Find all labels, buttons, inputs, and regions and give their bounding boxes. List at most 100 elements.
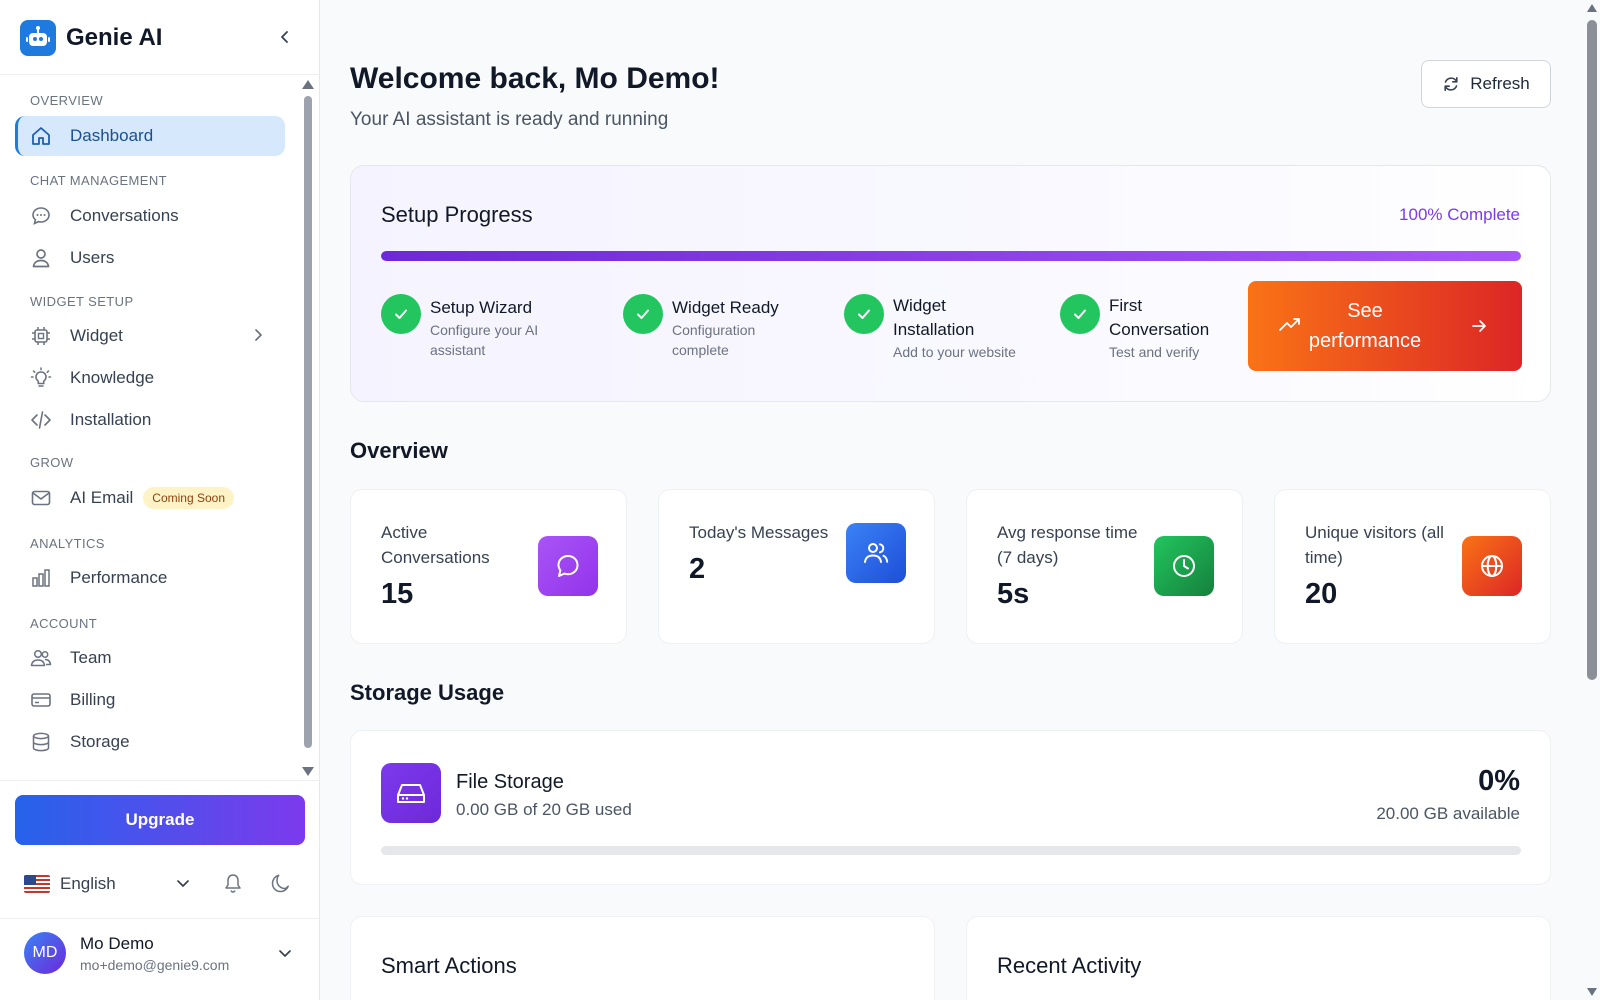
user-menu-chevron-down-icon[interactable] [276,944,294,962]
setup-progress-fill [381,251,1521,261]
recent-activity-panel: Recent Activity [966,916,1551,1000]
step-description: Configure your AI assistant [430,322,539,358]
stat-label: Unique visitors (all time) [1305,523,1444,567]
page-title: Welcome back, Mo Demo! [350,62,720,95]
credit-card-icon [30,689,52,711]
check-circle-icon [844,294,884,334]
robot-icon [20,20,56,56]
check-circle-icon [1060,294,1100,334]
chevron-down-icon [174,874,192,892]
stat-value: 5s [997,578,1030,610]
language-label: English [60,874,116,893]
refresh-icon [1444,77,1458,91]
hard-drive-icon [381,763,441,823]
setup-step[interactable]: First Conversation Test and verify [1060,294,1240,362]
upgrade-button[interactable]: Upgrade [15,795,305,845]
scroll-thumb[interactable] [1587,20,1597,680]
step-description: Configuration complete [672,322,756,358]
sidebar-item-label: Performance [70,568,168,587]
scroll-down-arrow[interactable] [1587,988,1597,996]
stat-card-avg-response-time[interactable]: Avg response time (7 days) 5s [966,489,1243,644]
arrow-right-icon [1470,317,1488,335]
user-email: mo+demo@genie9.com [80,957,230,973]
page-scrollbar[interactable] [1584,0,1600,1000]
section-title-widget: WIDGET SETUP [30,294,134,309]
stat-card-unique-visitors[interactable]: Unique visitors (all time) 20 [1274,489,1551,644]
chip-icon [30,325,52,347]
sidebar-item-users[interactable]: Users [15,238,285,278]
sidebar-item-conversations[interactable]: Conversations [15,196,285,236]
user-name: Mo Demo [80,934,154,953]
collapse-sidebar-button[interactable] [274,26,296,48]
sidebar-item-label: Dashboard [70,126,154,145]
see-performance-button[interactable]: See performance [1248,281,1522,371]
storage-used-text: 0.00 GB of 20 GB used [456,800,632,819]
home-icon [30,125,52,147]
trending-up-icon [1278,315,1302,335]
chevron-left-icon [281,31,288,43]
user-icon [30,247,52,269]
setup-step[interactable]: Widget Installation Add to your website [844,294,1049,362]
us-flag-icon [24,875,50,893]
sidebar-item-billing[interactable]: Billing [15,680,285,720]
mail-icon [30,487,52,509]
storage-available: 20.00 GB available [1376,804,1520,823]
section-title-account: ACCOUNT [30,616,98,631]
overview-heading: Overview [350,438,448,463]
brand[interactable]: Genie AI [20,20,162,56]
sidebar-item-dashboard[interactable]: Dashboard [15,116,285,156]
page-subtitle: Your AI assistant is ready and running [350,109,669,130]
moon-icon[interactable] [270,872,292,894]
stat-value: 15 [381,578,414,610]
step-description: Add to your website [893,344,1016,360]
team-icon [30,647,52,669]
sidebar-item-widget[interactable]: Widget [15,316,285,356]
check-circle-icon [623,294,663,334]
clock-icon [1154,536,1214,596]
storage-progress-bar [381,846,1521,855]
sidebar-item-installation[interactable]: Installation [15,400,285,440]
sidebar-item-knowledge[interactable]: Knowledge [15,358,285,398]
sidebar-item-team[interactable]: Team [15,638,285,678]
step-description: Test and verify [1109,344,1200,360]
sidebar-scrollbar[interactable] [302,78,314,778]
sidebar-item-ai-email[interactable]: AI Email Coming Soon [15,478,285,518]
bar-chart-icon [30,567,52,589]
sidebar-item-label: Storage [70,732,130,751]
section-title-chat: CHAT MANAGEMENT [30,173,167,188]
scroll-down-arrow[interactable] [302,767,314,776]
avatar[interactable]: MD [24,932,66,974]
step-title: First Conversation [1109,296,1210,339]
stat-value: 2 [689,553,706,585]
step-title: Widget Ready [672,298,779,317]
sidebar-item-performance[interactable]: Performance [15,558,285,598]
storage-card-title: File Storage [456,771,564,793]
check-circle-icon [381,294,421,334]
coming-soon-badge: Coming Soon [143,487,235,509]
sidebar-item-label: Billing [70,690,116,709]
scroll-up-arrow[interactable] [302,80,314,89]
refresh-button[interactable]: Refresh [1421,60,1551,108]
stat-value: 20 [1305,578,1338,610]
scroll-up-arrow[interactable] [1587,4,1597,12]
stat-card-todays-messages[interactable]: Today's Messages 2 [658,489,935,644]
stat-label: Avg response time (7 days) [997,523,1138,567]
section-title-grow: GROW [30,455,74,470]
sidebar-item-storage[interactable]: Storage [15,722,285,762]
setup-step[interactable]: Widget Ready Configuration complete [623,294,833,360]
scroll-thumb[interactable] [304,96,312,748]
sidebar: Genie AI OVERVIEW Dashboard CHAT MANAGEM… [0,0,320,1000]
stat-card-active-conversations[interactable]: Active Conversations 15 [350,489,627,644]
code-icon [30,409,52,431]
sidebar-item-label: Team [70,648,112,667]
bell-icon[interactable] [222,872,244,894]
setup-step[interactable]: Setup Wizard Configure your AI assistant [381,294,591,360]
refresh-label: Refresh [1470,74,1530,93]
globe-icon [1462,536,1522,596]
sidebar-item-label: Installation [70,410,152,429]
stat-label: Active Conversations [381,523,490,567]
users-icon [846,523,906,583]
language-selector[interactable]: English [24,870,196,898]
sidebar-item-label: AI Email [70,488,134,507]
step-title: Setup Wizard [430,298,533,317]
